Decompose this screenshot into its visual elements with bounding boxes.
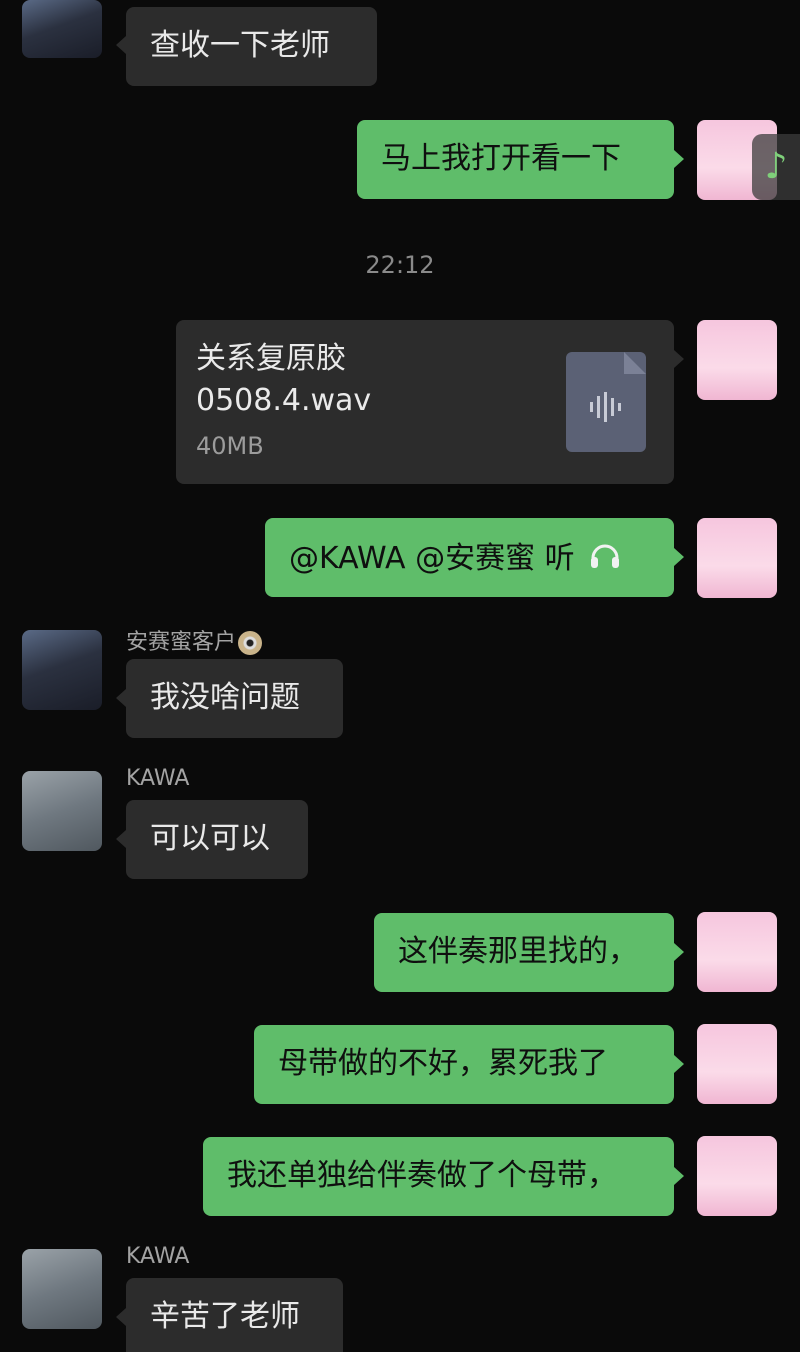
cd-icon [238, 631, 263, 655]
message-bubble[interactable]: 母带做的不好，累死我了 [254, 1025, 674, 1104]
message-bubble[interactable]: 马上我打开看一下 [357, 120, 674, 199]
file-name-line1: 关系复原胶 [196, 341, 346, 376]
message-bubble[interactable]: 这伴奏那里找的， [374, 913, 674, 992]
contact-avatar[interactable] [22, 771, 102, 851]
contact-avatar[interactable] [22, 630, 102, 710]
my-avatar[interactable] [697, 1136, 777, 1216]
message-bubble[interactable]: 我没啥问题 [126, 659, 343, 738]
message-bubble[interactable]: 我还单独给伴奏做了个母带， [203, 1137, 674, 1216]
audio-file-icon [566, 352, 646, 452]
bubble-tail [674, 350, 684, 368]
bubble-tail [674, 1055, 684, 1073]
headphones-icon [591, 544, 620, 568]
message-text: 母带做的不好，累死我了 [278, 1046, 608, 1081]
message-bubble[interactable]: @KAWA @安赛蜜 听 [265, 518, 674, 597]
bubble-tail [674, 150, 684, 168]
bubble-tail [116, 830, 126, 848]
contact-avatar[interactable] [22, 0, 102, 58]
message-bubble[interactable]: 查收一下老师 [126, 7, 377, 86]
bubble-tail [116, 36, 126, 54]
file-message[interactable]: 关系复原胶 0508.4.wav 40MB [176, 320, 674, 484]
bubble-tail [674, 943, 684, 961]
bubble-tail [674, 548, 684, 566]
floating-music-icon[interactable]: ♪ [752, 134, 800, 200]
message-text: 可以可以 [150, 821, 270, 856]
contact-avatar[interactable] [22, 1249, 102, 1329]
sender-name: 安赛蜜客户 [126, 624, 263, 656]
chat-area: 查收一下老师 马上我打开看一下 ♪ 22:12 关系复原胶 0508.4.wav… [0, 0, 800, 1352]
file-size: 40MB [196, 432, 264, 460]
my-avatar[interactable] [697, 912, 777, 992]
sender-name: KAWA [126, 1244, 190, 1269]
message-text: 我没啥问题 [150, 680, 300, 715]
file-name: 关系复原胶 0508.4.wav [196, 338, 371, 422]
sender-name-text: 安赛蜜客户 [126, 630, 237, 655]
file-name-line2: 0508.4.wav [196, 383, 372, 418]
message-text: 这伴奏那里找的， [398, 934, 638, 969]
timestamp: 22:12 [365, 251, 435, 279]
my-avatar[interactable] [697, 518, 777, 598]
message-text: 查收一下老师 [150, 28, 330, 63]
message-text: 辛苦了老师 [150, 1299, 300, 1334]
message-text: 马上我打开看一下 [381, 141, 621, 176]
message-text: @KAWA @安赛蜜 听 [289, 541, 575, 576]
bubble-tail [116, 1308, 126, 1326]
my-avatar[interactable] [697, 1024, 777, 1104]
message-bubble[interactable]: 可以可以 [126, 800, 308, 879]
bubble-tail [116, 689, 126, 707]
sender-name: KAWA [126, 766, 190, 791]
message-bubble[interactable]: 辛苦了老师 [126, 1278, 343, 1352]
message-text: 我还单独给伴奏做了个母带， [227, 1158, 617, 1193]
bubble-tail [674, 1167, 684, 1185]
my-avatar[interactable] [697, 320, 777, 400]
